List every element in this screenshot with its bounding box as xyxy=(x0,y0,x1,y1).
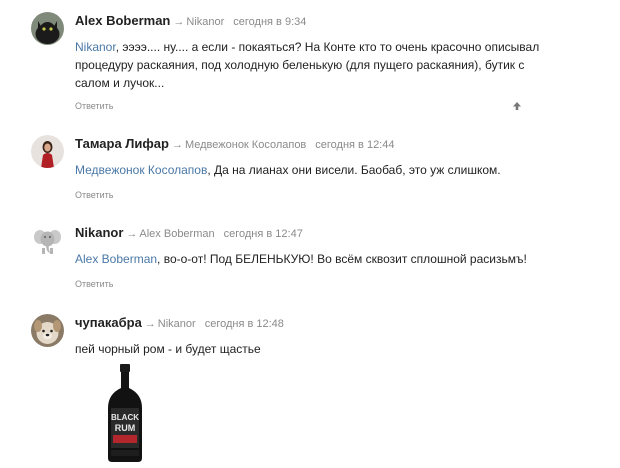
comment-meta: Тамара Лифар → Медвежонок Косолапов сегодня… xyxy=(75,135,394,151)
comment-meta: Alex Boberman → Nikanor сегодня в 9:34 xyxy=(75,12,306,28)
woman-red-dress-avatar-icon xyxy=(31,135,64,168)
timestamp[interactable]: сегодня в 12:44 xyxy=(315,139,394,151)
avatar[interactable] xyxy=(31,314,64,347)
reply-arrow-icon: → xyxy=(171,139,183,151)
comment-text: Alex Boberman, во-о-от! Под БЕЛЕНЬКУЮ! В… xyxy=(75,250,545,268)
comment-text-line: , во-о-от! Под БЕЛЕНЬКУЮ! Во всём сквози… xyxy=(157,252,527,266)
comment-text-line: , Да на лианах они висели. Баобаб, это у… xyxy=(207,163,501,177)
comment-text-line: пей чорный ром - и будет щастье xyxy=(75,342,261,356)
scroll-up-arrow-icon[interactable] xyxy=(512,101,522,111)
author-name[interactable]: Alex Boberman xyxy=(75,13,170,28)
reply-arrow-icon: → xyxy=(144,318,156,330)
mention-link[interactable]: Alex Boberman xyxy=(75,252,157,266)
timestamp[interactable]: сегодня в 12:47 xyxy=(224,228,303,240)
comment-meta: Nikanor → Alex Boberman сегодня в 12:47 xyxy=(75,224,303,240)
avatar[interactable] xyxy=(31,135,64,168)
reply-to-name[interactable]: Nikanor xyxy=(186,16,224,28)
comment-text-line: процедуру раскаяния, под холодную белень… xyxy=(75,58,525,72)
dog-avatar-icon xyxy=(31,314,64,347)
author-name[interactable]: Nikanor xyxy=(75,225,123,240)
reply-button[interactable]: Ответить xyxy=(75,190,113,200)
reply-to-name[interactable]: Alex Boberman xyxy=(139,228,214,240)
comment-text: Медвежонок Косолапов, Да на лианах они в… xyxy=(75,161,545,179)
comment-text-line: салом и лучок... xyxy=(75,76,165,90)
reply-arrow-icon: → xyxy=(173,16,185,28)
comment-meta: чупакабра → Nikanor сегодня в 12:48 xyxy=(75,314,284,330)
reply-arrow-icon: → xyxy=(126,228,138,240)
bottle-label-bottom: RUM xyxy=(115,423,136,433)
timestamp[interactable]: сегодня в 12:48 xyxy=(205,318,284,330)
reply-to-name[interactable]: Nikanor xyxy=(158,318,196,330)
avatar[interactable] xyxy=(31,12,64,45)
black-cat-avatar-icon xyxy=(31,12,64,45)
comment-text: Nikanor, ээээ.... ну.... а если - покаят… xyxy=(75,38,545,92)
elephant-avatar-icon xyxy=(31,224,64,257)
reply-button[interactable]: Ответить xyxy=(75,101,113,111)
rum-bottle-image[interactable]: BLACK RUM xyxy=(105,364,145,462)
comment-text-line: , ээээ.... ну.... а если - покаяться? На… xyxy=(115,40,540,54)
reply-button[interactable]: Ответить xyxy=(75,279,113,289)
comment-text: пей чорный ром - и будет щастье xyxy=(75,340,545,358)
avatar[interactable] xyxy=(31,224,64,257)
timestamp[interactable]: сегодня в 9:34 xyxy=(233,16,306,28)
bottle-label-top: BLACK xyxy=(111,413,139,422)
mention-link[interactable]: Nikanor xyxy=(75,40,116,54)
reply-to-name[interactable]: Медвежонок Косолапов xyxy=(185,139,306,151)
author-name[interactable]: Тамара Лифар xyxy=(75,136,169,151)
mention-link[interactable]: Медвежонок Косолапов xyxy=(75,163,207,177)
author-name[interactable]: чупакабра xyxy=(75,315,142,330)
